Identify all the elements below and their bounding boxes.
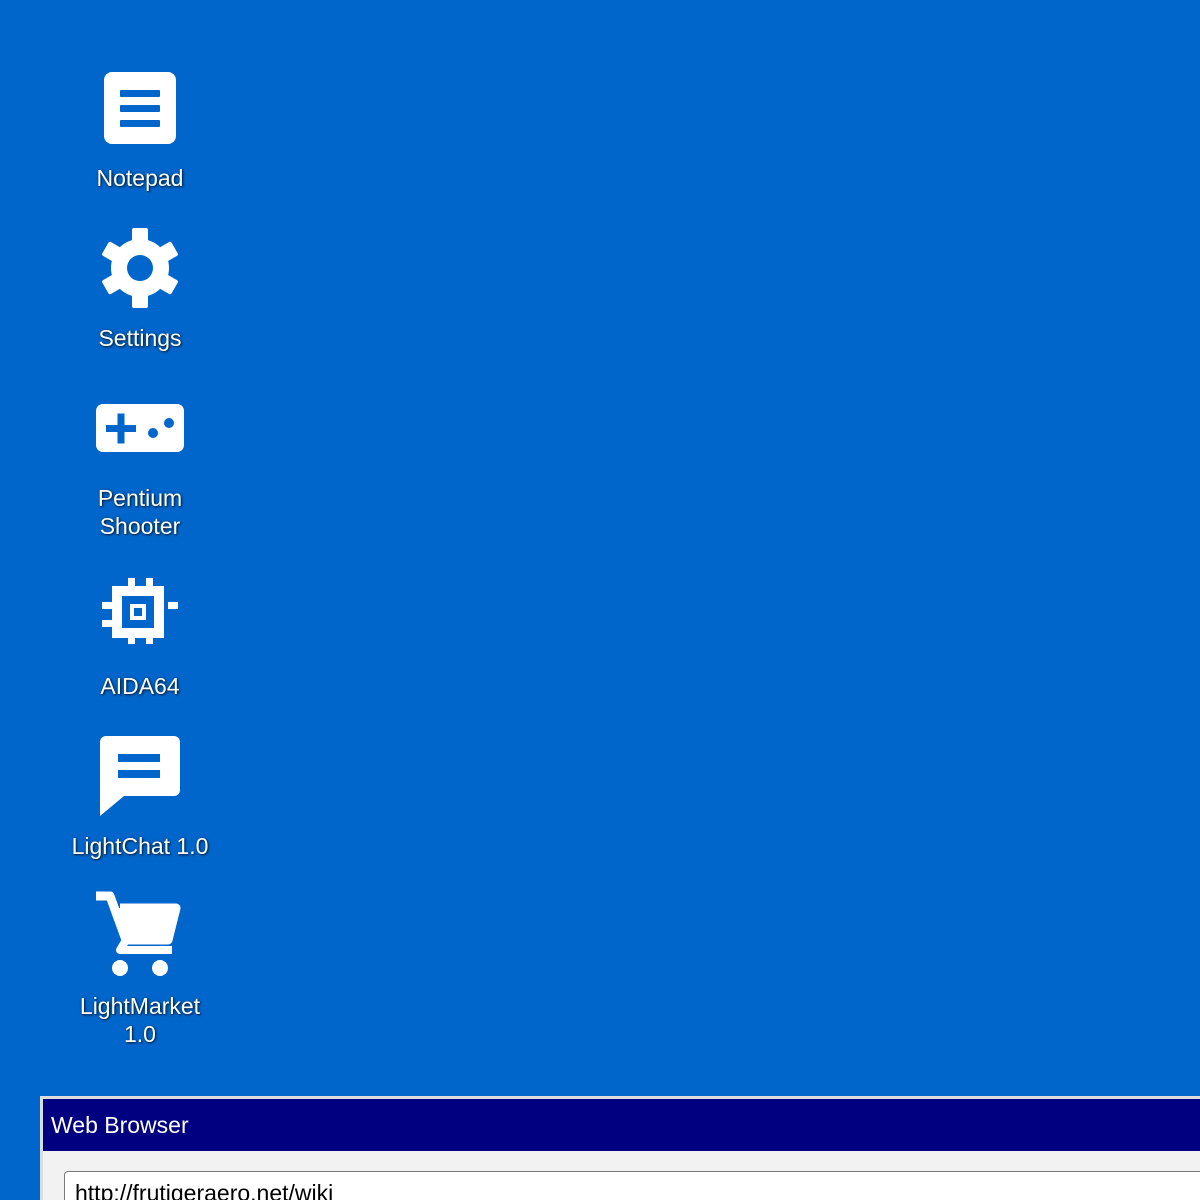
chat-bubble-icon <box>92 728 188 824</box>
desktop-icon-aida64[interactable]: AIDA64 <box>60 568 220 700</box>
desktop-icon-settings[interactable]: Settings <box>60 220 220 352</box>
chip-icon <box>92 568 188 664</box>
notepad-icon <box>92 60 188 156</box>
shopping-cart-icon <box>92 888 188 984</box>
desktop-icon-lightchat[interactable]: LightChat 1.0 <box>60 728 220 860</box>
web-browser-window: Web Browser <box>40 1096 1200 1200</box>
url-input[interactable] <box>64 1171 1200 1200</box>
desktop-icon-label: LightMarket 1.0 <box>79 993 201 1047</box>
desktop-icon-label: Pentium Shooter <box>97 485 183 539</box>
desktop-icon-lightmarket[interactable]: LightMarket 1.0 <box>60 888 220 1048</box>
gear-icon <box>92 220 188 316</box>
desktop-icon-label: LightChat 1.0 <box>71 833 209 859</box>
window-title: Web Browser <box>51 1111 189 1138</box>
desktop-icon-pentium-shooter[interactable]: Pentium Shooter <box>60 380 220 540</box>
window-title-bar[interactable]: Web Browser <box>43 1099 1200 1151</box>
browser-body <box>43 1151 1200 1200</box>
desktop-icon-label: Notepad <box>96 165 184 191</box>
desktop-icon-label: Settings <box>98 325 182 351</box>
gamepad-icon <box>92 380 188 476</box>
desktop-icon-notepad[interactable]: Notepad <box>60 60 220 192</box>
desktop-icon-label: AIDA64 <box>100 673 180 699</box>
desktop: Notepad Settings Pentium Shooter AIDA64 … <box>0 0 1200 1200</box>
